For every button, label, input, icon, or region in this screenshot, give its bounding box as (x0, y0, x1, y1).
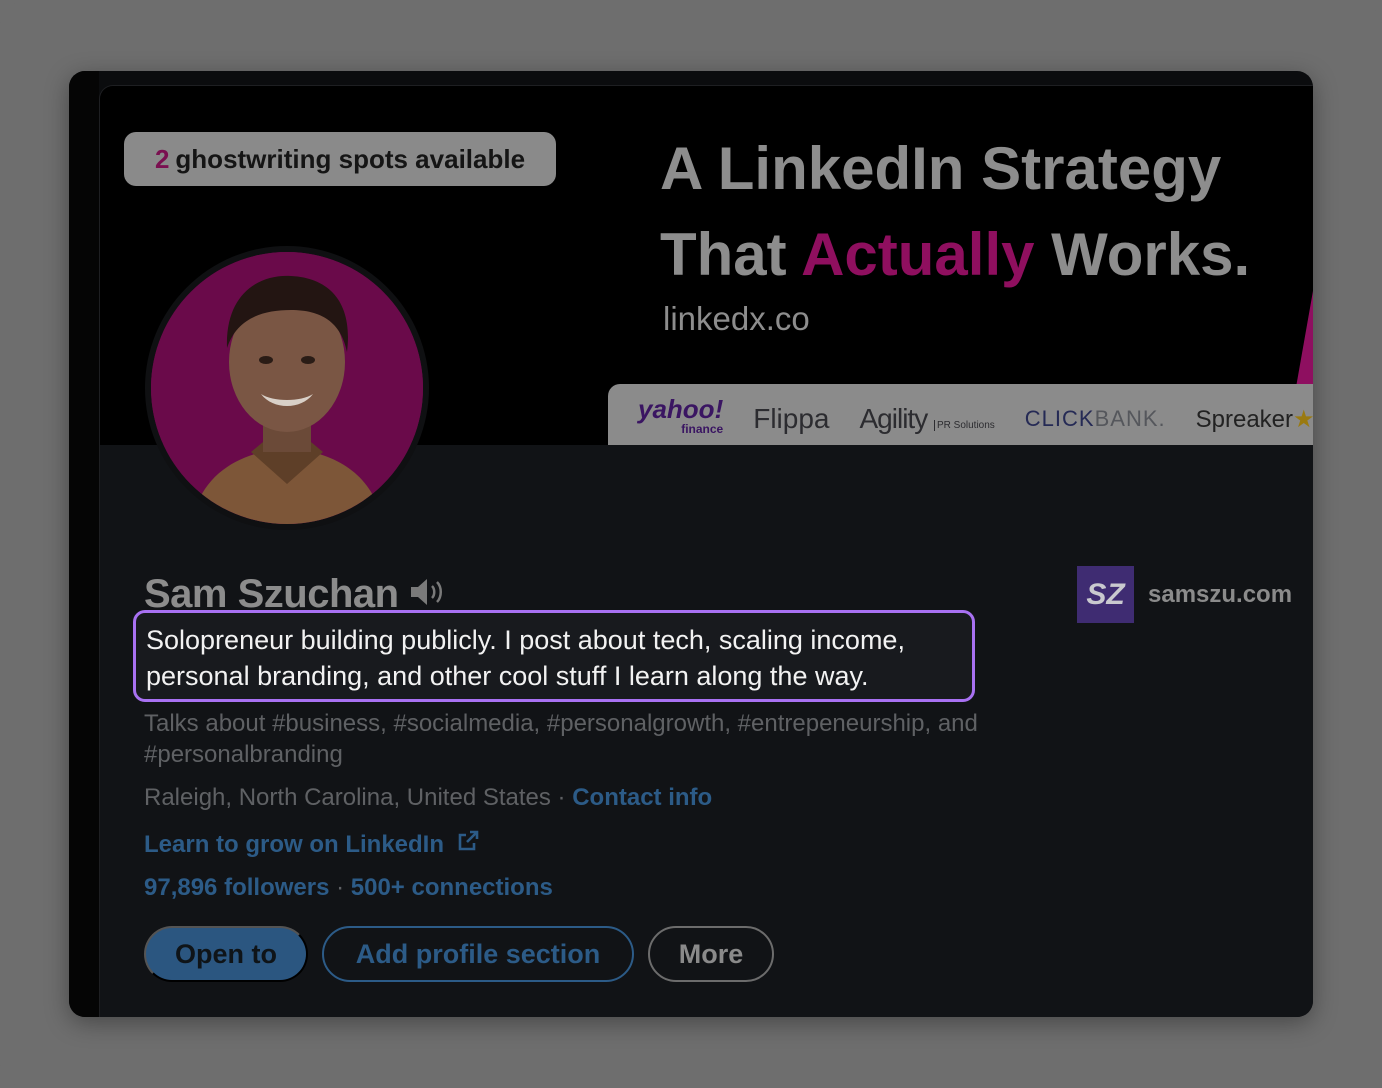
network-stats: 97,896 followers · 500+ connections (144, 874, 553, 902)
featured-logos-strip: yahoo! finance Flippa Agility PR Solutio… (608, 384, 1313, 445)
talks-about: Talks about #business, #socialmedia, #pe… (144, 710, 978, 768)
banner-headline: A LinkedIn Strategy That Actually Works. (660, 126, 1313, 298)
banner-headline-text: Works. (1034, 221, 1251, 288)
spreaker-logo-text: Spreaker (1195, 405, 1294, 433)
flippa-logo: Flippa (753, 403, 830, 434)
profile-card: 2 ghostwriting spots available A LinkedI… (69, 71, 1313, 1017)
agility-logo-subtext: PR Solutions (933, 420, 995, 431)
banner-headline-line1: A LinkedIn Strategy (660, 135, 1222, 202)
clickbank-logo-dark: CLICK (1024, 406, 1095, 431)
spots-available-badge: 2 ghostwriting spots available (124, 132, 556, 186)
connections-link[interactable]: 500+ connections (351, 874, 553, 901)
location-row: Raleigh, North Carolina, United States ·… (144, 784, 712, 812)
profile-headline: Solopreneur building publicly. I post ab… (146, 625, 905, 691)
separator: · (550, 784, 573, 811)
speaker-icon[interactable] (409, 576, 447, 613)
person-portrait-icon (151, 252, 423, 524)
avatar-photo (151, 252, 423, 524)
clickbank-logo-light: BANK. (1094, 406, 1166, 431)
company-logo: SZ (1077, 566, 1134, 623)
agility-logo-text: Agility (859, 403, 929, 434)
left-edge (69, 71, 99, 1017)
location-text: Raleigh, North Carolina, United States (144, 784, 551, 811)
add-profile-section-button[interactable]: Add profile section (322, 926, 634, 982)
clickbank-logo: CLICKBANK. (1025, 406, 1166, 432)
banner-headline-accent: Actually (801, 221, 1035, 288)
profile-panel: 2 ghostwriting spots available A LinkedI… (99, 85, 1313, 1017)
open-to-button[interactable]: Open to (144, 926, 308, 982)
learn-to-grow-link[interactable]: Learn to grow on LinkedIn (144, 831, 444, 859)
separator: · (329, 874, 351, 901)
external-link-icon (456, 829, 480, 860)
company-name: samszu.com (1148, 580, 1293, 608)
screenshot-frame: 2 ghostwriting spots available A LinkedI… (0, 0, 1382, 1088)
profile-avatar[interactable] (145, 246, 429, 530)
more-button[interactable]: More (648, 926, 774, 982)
star-icon: ★ (1293, 405, 1313, 433)
contact-info-link[interactable]: Contact info (572, 784, 712, 811)
agility-logo: Agility PR Solutions (860, 403, 995, 435)
spots-text: ghostwriting spots available (175, 143, 526, 174)
current-company[interactable]: SZ samszu.com (1077, 566, 1292, 623)
banner-site-url: linkedx.co (663, 300, 810, 337)
followers-link[interactable]: 97,896 followers (144, 874, 329, 901)
profile-headline-highlight: Solopreneur building publicly. I post ab… (133, 610, 975, 702)
banner-headline-line2: That Actually Works. (660, 212, 1313, 298)
spots-count: 2 (154, 143, 170, 174)
yahoo-finance-logo: yahoo! finance (638, 396, 723, 439)
banner-headline-text: That (660, 221, 802, 288)
learn-link-row[interactable]: Learn to grow on LinkedIn (144, 829, 480, 860)
profile-actions: Open to Add profile section More (144, 926, 774, 982)
spreaker-logo: Spreaker★ (1196, 405, 1313, 434)
